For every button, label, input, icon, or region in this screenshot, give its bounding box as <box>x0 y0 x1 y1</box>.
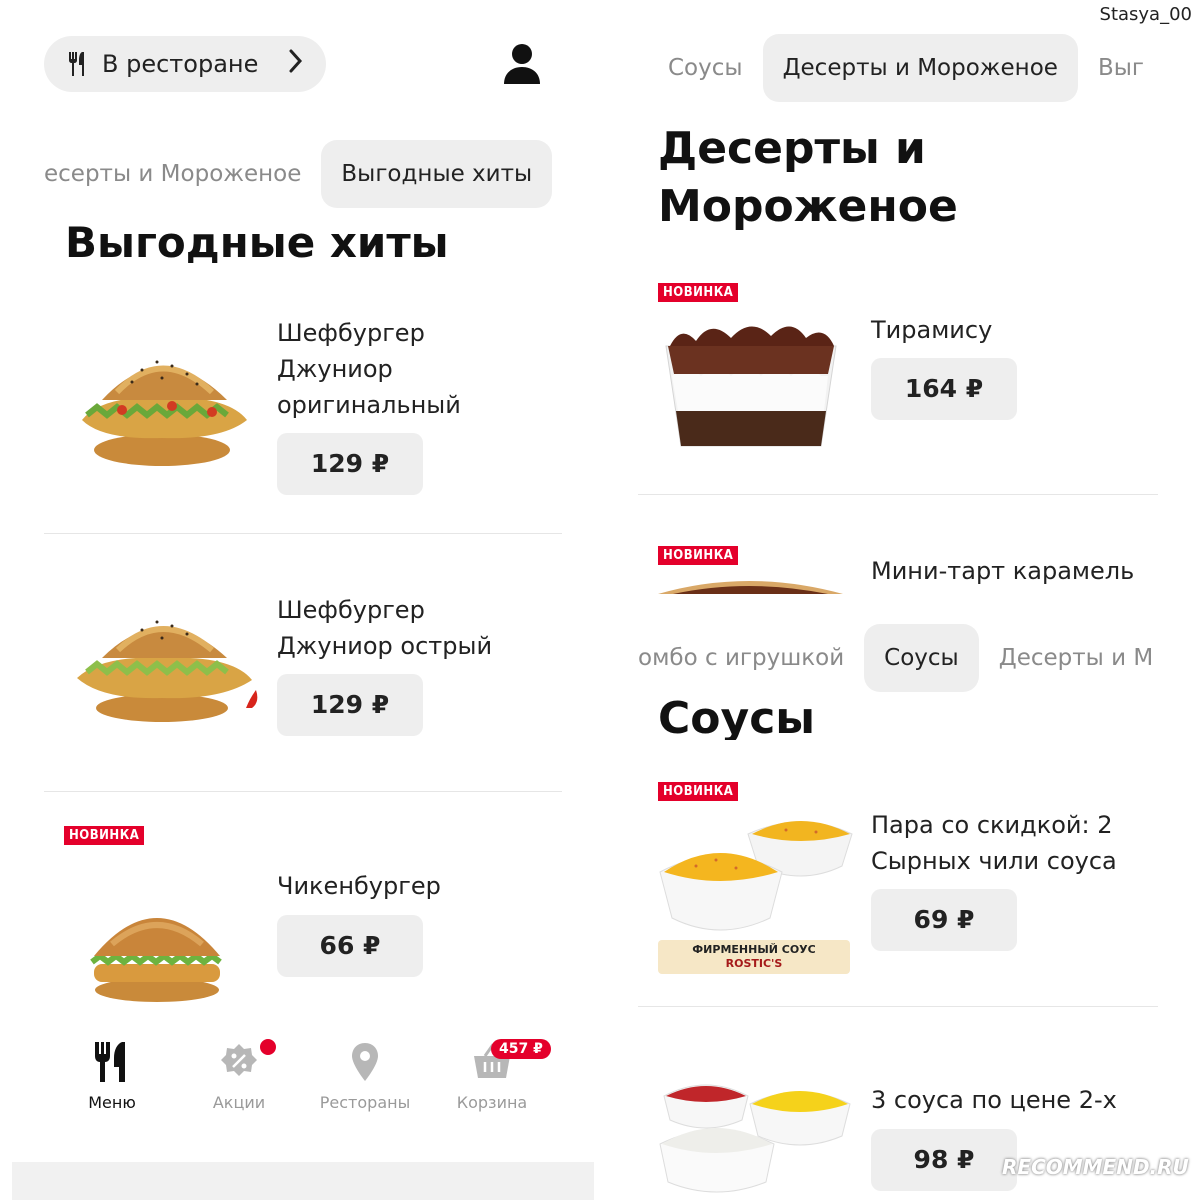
product-name: 3 соуса по цене 2-х <box>871 1086 1117 1114</box>
divider <box>638 1006 1158 1007</box>
tart-image <box>658 581 843 594</box>
tab-combo[interactable]: омбо с игрушкой <box>638 624 864 692</box>
tab-hits[interactable]: Выг <box>1078 34 1158 102</box>
nav-label: Акции <box>212 1093 266 1112</box>
product-name: Пара со скидкой: 2 Сырных чили соуса <box>871 807 1151 879</box>
nav-label: Рестораны <box>319 1093 411 1112</box>
tab-sauces[interactable]: Соусы <box>864 624 979 692</box>
promo-banner: ФИРМЕННЫЙ СОУС ROSTIC'S <box>658 940 850 974</box>
burger-image <box>77 620 258 722</box>
product-card[interactable]: Чикенбургер 66 ₽ <box>12 860 598 1020</box>
page-title: Выгодные хиты <box>65 218 449 267</box>
product-name: Шефбургер Джуниор оригинальный <box>277 319 461 419</box>
nav-label: Корзина <box>456 1093 528 1112</box>
product-card[interactable]: Тирамису 164 ₽ <box>638 300 1158 480</box>
nav-label: Меню <box>88 1093 136 1112</box>
tiramisu-image <box>665 326 837 447</box>
location-pin-icon <box>352 1043 378 1081</box>
notification-dot <box>258 1037 278 1057</box>
product-name-line: Сырных чили соуса <box>871 847 1117 875</box>
product-card[interactable]: Шефбургер Джуниор острый 129 ₽ <box>12 580 598 780</box>
product-name: Тирамису <box>871 316 993 344</box>
nav-restaurants[interactable]: Рестораны <box>305 1035 425 1115</box>
product-card[interactable]: Шефбургер Джуниор оригинальный 129 ₽ <box>12 300 598 520</box>
left-screen: В ресторане есерты и Мороженое Выгодные … <box>12 0 598 1200</box>
tab-sauces[interactable]: Соусы <box>648 34 763 102</box>
right-screen: Соусы Десерты и Мороженое Выг Десерты и … <box>638 0 1158 1200</box>
price-button[interactable]: 129 ₽ <box>277 433 423 495</box>
discount-icon <box>221 1044 257 1076</box>
author-watermark: Stasya_00 <box>1099 4 1192 25</box>
cart-total-badge: 457 ₽ <box>491 1039 551 1059</box>
tab-desserts[interactable]: Десерты и Мороженое <box>762 34 1078 102</box>
divider <box>638 494 1158 495</box>
price-button[interactable]: 66 ₽ <box>277 915 423 977</box>
burger-image <box>82 360 247 466</box>
tab-desserts[interactable]: есерты и Мороженое <box>44 140 321 208</box>
new-badge: НОВИНКА <box>658 546 739 565</box>
price-button[interactable]: 69 ₽ <box>871 889 1017 951</box>
promo-line: ФИРМЕННЫЙ СОУС <box>692 943 816 956</box>
nav-menu[interactable]: Меню <box>52 1035 172 1115</box>
product-name-line: Пара со скидкой: 2 <box>871 811 1113 839</box>
promo-line: ROSTIC'S <box>725 957 783 970</box>
category-tabs: омбо с игрушкой Соусы Десерты и М <box>638 624 1158 692</box>
site-logo: RECOMMEND.RU <box>1002 1155 1189 1179</box>
sauces-image <box>659 1084 851 1193</box>
product-name: Мини-тарт карамель <box>871 557 1135 585</box>
page-title-line: Десерты и <box>658 123 926 174</box>
product-name: Шефбургер Джуниор острый <box>277 596 493 660</box>
burger-image <box>90 918 222 1002</box>
new-badge: НОВИНКА <box>658 782 739 801</box>
nav-promotions[interactable]: Акции <box>179 1035 299 1115</box>
product-card[interactable]: 3 соуса по цене 2-х 98 ₽ <box>638 1070 1158 1200</box>
page-title: Соусы <box>658 700 816 740</box>
product-card[interactable]: ФИРМЕННЫЙ СОУС ROSTIC'S Пара со скидкой:… <box>638 800 1158 1000</box>
system-nav-bar <box>12 1162 594 1200</box>
tab-desserts[interactable]: Десерты и М <box>979 624 1158 692</box>
section-title-clip: Соусы <box>638 700 1158 740</box>
fork-knife-icon <box>69 52 84 76</box>
category-tabs: есерты и Мороженое Выгодные хиты <box>44 140 553 208</box>
divider <box>44 533 562 534</box>
price-button[interactable]: 129 ₽ <box>277 674 423 736</box>
divider <box>44 791 562 792</box>
fork-knife-icon <box>95 1042 125 1082</box>
price-button[interactable]: 164 ₽ <box>871 358 1017 420</box>
cheese-sauce-image <box>659 821 853 931</box>
price-button[interactable]: 98 ₽ <box>871 1129 1017 1191</box>
bottom-navigation: Меню Акции Рестораны 457 ₽ Корзина <box>52 1035 572 1115</box>
category-tabs: Соусы Десерты и Мороженое Выг <box>648 34 1158 102</box>
product-name: Чикенбургер <box>277 872 441 900</box>
profile-icon[interactable] <box>502 42 542 86</box>
new-badge: НОВИНКА <box>64 826 145 845</box>
tab-hits[interactable]: Выгодные хиты <box>321 140 553 208</box>
page-title-line: Мороженое <box>658 181 958 232</box>
location-selector[interactable]: В ресторане <box>44 36 326 92</box>
page-title: Десерты и Мороженое <box>658 120 958 236</box>
chevron-right-icon <box>288 48 304 81</box>
location-label: В ресторане <box>102 50 259 78</box>
nav-cart[interactable]: 457 ₽ Корзина <box>432 1035 552 1115</box>
